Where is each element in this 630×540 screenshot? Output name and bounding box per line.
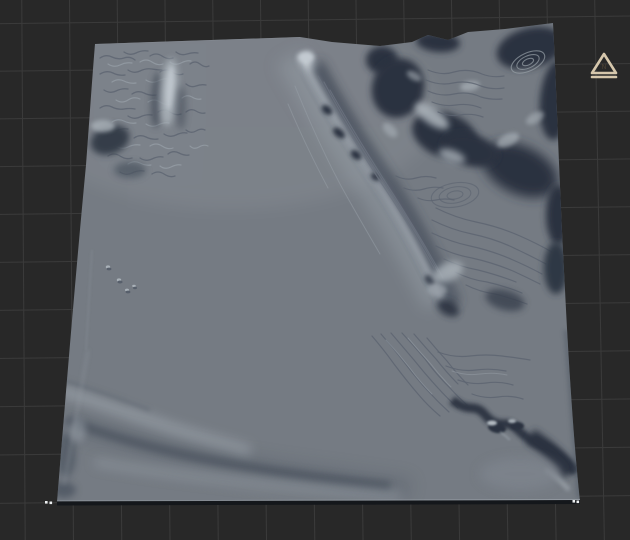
- north-indicator-icon[interactable]: N: [589, 50, 619, 80]
- terrain-bottom-side: [56, 499, 581, 506]
- north-label: N: [601, 63, 606, 71]
- terrain-scene[interactable]: [0, 0, 630, 540]
- terrain-corner-handle-left[interactable]: [45, 501, 53, 505]
- terrain-patch-upper-left: [90, 44, 210, 187]
- viewport-3d[interactable]: N: [0, 0, 630, 540]
